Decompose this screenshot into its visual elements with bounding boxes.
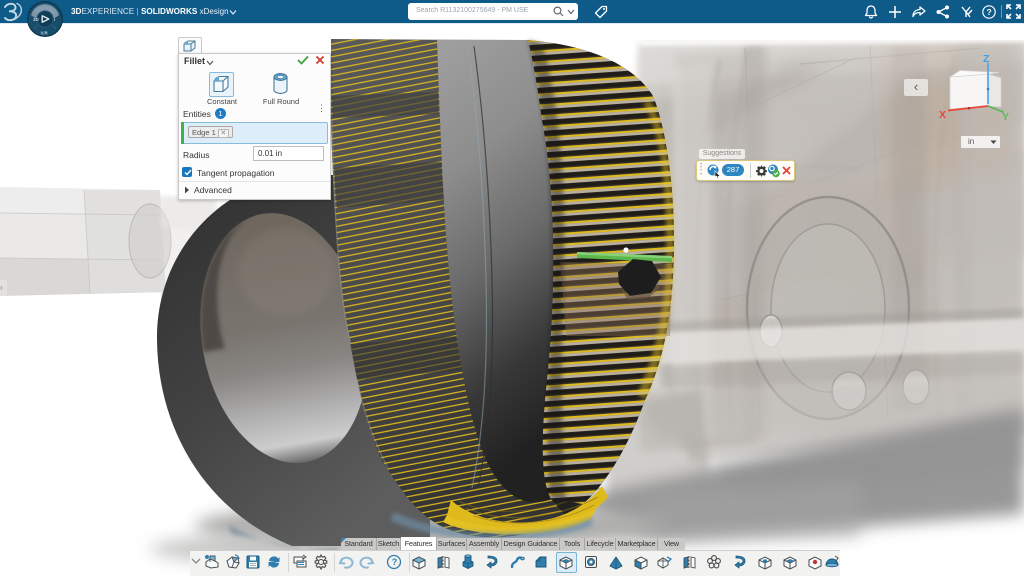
svg-text:Y: Y: [1002, 111, 1009, 123]
svg-text:?: ?: [987, 7, 992, 17]
svg-text:i: i: [54, 17, 55, 22]
svg-text:V.R: V.R: [41, 31, 49, 36]
svg-text:?: ?: [392, 557, 398, 567]
svg-text:X: X: [939, 109, 946, 121]
svg-text:Z: Z: [983, 53, 990, 65]
svg-text:3D: 3D: [33, 17, 40, 22]
